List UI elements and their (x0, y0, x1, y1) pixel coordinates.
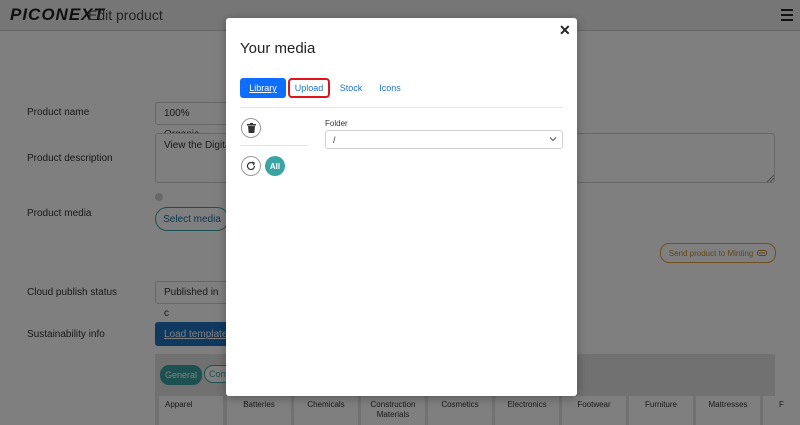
folder-select-value: / (333, 134, 336, 145)
close-icon[interactable]: ✕ (559, 23, 571, 37)
tab-library[interactable]: Library (240, 78, 286, 98)
tab-icons[interactable]: Icons (376, 78, 404, 98)
trash-icon (246, 123, 256, 133)
media-modal: Your media ✕ Library Upload Stock Icons … (226, 18, 577, 396)
refresh-button[interactable] (241, 156, 261, 176)
folder-select[interactable]: / (325, 130, 563, 149)
chevron-down-icon (549, 137, 557, 142)
tab-divider (240, 107, 563, 108)
tab-upload[interactable]: Upload (288, 78, 330, 98)
refresh-icon (246, 161, 256, 171)
delete-button[interactable] (241, 118, 261, 138)
modal-title: Your media (240, 40, 316, 57)
tab-stock[interactable]: Stock (336, 78, 366, 98)
folder-label: Folder (325, 119, 348, 128)
left-divider (240, 145, 308, 146)
filter-all-button[interactable]: All (265, 156, 285, 176)
